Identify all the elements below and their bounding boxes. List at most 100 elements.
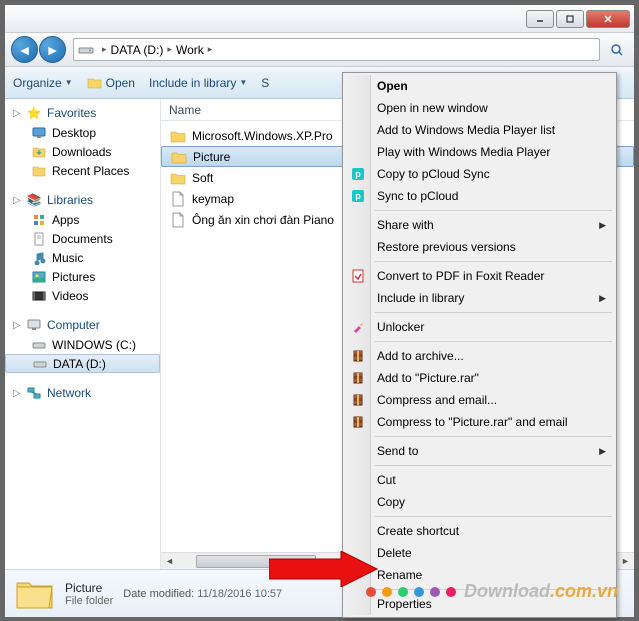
file-name: Microsoft.Windows.XP.Pro xyxy=(192,129,333,143)
sidebar-favorites-header[interactable]: ▷⭐Favorites xyxy=(5,103,160,123)
context-menu-label: Compress and email... xyxy=(377,393,497,407)
context-menu-label: Copy xyxy=(377,495,405,509)
address-bar[interactable]: ▸ DATA (D:) ▸ Work ▸ xyxy=(73,38,600,61)
context-menu-item[interactable]: Copy xyxy=(345,491,614,513)
sidebar-item-apps[interactable]: Apps xyxy=(5,210,160,229)
sidebar-item-windows-c[interactable]: WINDOWS (C:) xyxy=(5,335,160,354)
context-menu-item[interactable]: Unlocker xyxy=(345,316,614,338)
context-menu-item[interactable]: p Copy to pCloud Sync xyxy=(345,163,614,185)
context-menu-item[interactable]: Share with▶ xyxy=(345,214,614,236)
context-menu-item[interactable]: Restore previous versions xyxy=(345,236,614,258)
libraries-icon: 📚 xyxy=(26,192,42,208)
context-menu-label: Add to "Picture.rar" xyxy=(377,371,479,385)
context-menu-label: Compress to "Picture.rar" and email xyxy=(377,415,568,429)
context-menu-separator xyxy=(375,312,612,313)
scroll-left-arrow[interactable]: ◄ xyxy=(161,553,178,570)
sidebar-item-downloads[interactable]: Downloads xyxy=(5,142,160,161)
context-menu-item[interactable]: Create shortcut xyxy=(345,520,614,542)
context-menu-label: Add to Windows Media Player list xyxy=(377,123,555,137)
context-menu-label: Create shortcut xyxy=(377,524,459,538)
context-menu-separator xyxy=(375,210,612,211)
breadcrumb-drive[interactable]: DATA (D:) xyxy=(111,43,164,57)
context-menu-item[interactable]: Add to archive... xyxy=(345,345,614,367)
context-menu-separator xyxy=(375,261,612,262)
svg-text:p: p xyxy=(355,191,361,201)
context-menu-item[interactable]: Open in new window xyxy=(345,97,614,119)
context-menu-label: Restore previous versions xyxy=(377,240,516,254)
back-button[interactable]: ◄ xyxy=(11,36,38,63)
sidebar-item-recent[interactable]: Recent Places xyxy=(5,161,160,180)
context-menu-separator xyxy=(375,465,612,466)
context-menu-item[interactable]: Play with Windows Media Player xyxy=(345,141,614,163)
context-menu-label: Include in library xyxy=(377,291,464,305)
computer-icon xyxy=(26,317,42,333)
context-menu-label: Send to xyxy=(377,444,418,458)
minimize-button[interactable] xyxy=(526,10,554,28)
sidebar-item-documents[interactable]: Documents xyxy=(5,229,160,248)
context-menu-separator xyxy=(375,436,612,437)
context-menu-label: Rename xyxy=(377,568,422,582)
context-menu-label: Add to archive... xyxy=(377,349,464,363)
navbar: ◄ ► ▸ DATA (D:) ▸ Work ▸ xyxy=(5,33,634,67)
context-menu-label: Open in new window xyxy=(377,101,488,115)
context-menu-item[interactable]: Cut xyxy=(345,469,614,491)
sidebar-item-pictures[interactable]: Pictures xyxy=(5,267,160,286)
sidebar-network-header[interactable]: ▷Network xyxy=(5,383,160,403)
context-menu-label: Open xyxy=(377,79,408,93)
context-menu-item[interactable]: Convert to PDF in Foxit Reader xyxy=(345,265,614,287)
maximize-button[interactable] xyxy=(556,10,584,28)
drive-icon xyxy=(78,42,94,58)
sidebar-libraries-header[interactable]: ▷📚Libraries xyxy=(5,190,160,210)
rar-icon xyxy=(350,414,366,430)
context-menu-item[interactable]: Compress and email... xyxy=(345,389,614,411)
rar-icon xyxy=(350,348,366,364)
sidebar-item-data-d[interactable]: DATA (D:) xyxy=(5,354,160,373)
context-menu-item[interactable]: Send to ▶ xyxy=(345,440,614,462)
open-button[interactable]: Open xyxy=(87,75,135,91)
context-menu-label: Sync to pCloud xyxy=(377,189,458,203)
context-menu-label: Properties xyxy=(377,597,432,611)
unlocker-icon xyxy=(350,319,366,335)
context-menu-label: Copy to pCloud Sync xyxy=(377,167,490,181)
context-menu-separator xyxy=(375,341,612,342)
context-menu-item[interactable]: Add to Windows Media Player list xyxy=(345,119,614,141)
context-menu-separator xyxy=(375,589,612,590)
sidebar-item-videos[interactable]: Videos xyxy=(5,286,160,305)
foxit-icon xyxy=(350,268,366,284)
context-menu-item[interactable]: Add to "Picture.rar" xyxy=(345,367,614,389)
context-menu-item[interactable]: Open xyxy=(345,75,614,97)
context-menu-item[interactable]: p Sync to pCloud xyxy=(345,185,614,207)
details-mod-value: 11/18/2016 10:57 xyxy=(197,588,282,600)
sidebar-item-music[interactable]: Music xyxy=(5,248,160,267)
recent-icon xyxy=(31,163,47,179)
context-menu-item[interactable]: Properties xyxy=(345,593,614,615)
details-name: Picture xyxy=(65,581,113,595)
scroll-right-arrow[interactable]: ► xyxy=(617,553,634,570)
sidebar-computer-header[interactable]: ▷Computer xyxy=(5,315,160,335)
context-menu-item[interactable]: Include in library▶ xyxy=(345,287,614,309)
submenu-arrow-icon: ▶ xyxy=(599,446,606,457)
breadcrumb-sep: ▸ xyxy=(167,44,172,55)
close-button[interactable] xyxy=(586,10,630,28)
breadcrumb-sep: ▸ xyxy=(102,44,107,55)
include-in-library-menu[interactable]: Include in library ▼ xyxy=(149,76,247,90)
context-menu-item[interactable]: Delete xyxy=(345,542,614,564)
context-menu-label: Convert to PDF in Foxit Reader xyxy=(377,269,544,283)
details-mod-label: Date modified: xyxy=(123,588,194,600)
context-menu-label: Play with Windows Media Player xyxy=(377,145,550,159)
sidebar-item-desktop[interactable]: Desktop xyxy=(5,123,160,142)
folder-icon xyxy=(170,149,188,165)
network-icon xyxy=(26,385,42,401)
search-icon[interactable] xyxy=(606,39,628,61)
red-arrow-annotation xyxy=(269,551,379,587)
breadcrumb-folder[interactable]: Work xyxy=(176,43,204,57)
forward-button[interactable]: ► xyxy=(39,36,66,63)
details-type: File folder xyxy=(65,595,113,607)
context-menu-item[interactable]: Compress to "Picture.rar" and email xyxy=(345,411,614,433)
organize-menu[interactable]: Organize ▼ xyxy=(13,76,73,90)
context-menu-item[interactable]: Rename xyxy=(345,564,614,586)
pcloud-icon: p xyxy=(350,166,366,182)
file-icon xyxy=(169,212,187,228)
toolbar-item-partial[interactable]: S xyxy=(261,76,269,90)
submenu-arrow-icon: ▶ xyxy=(599,220,606,231)
